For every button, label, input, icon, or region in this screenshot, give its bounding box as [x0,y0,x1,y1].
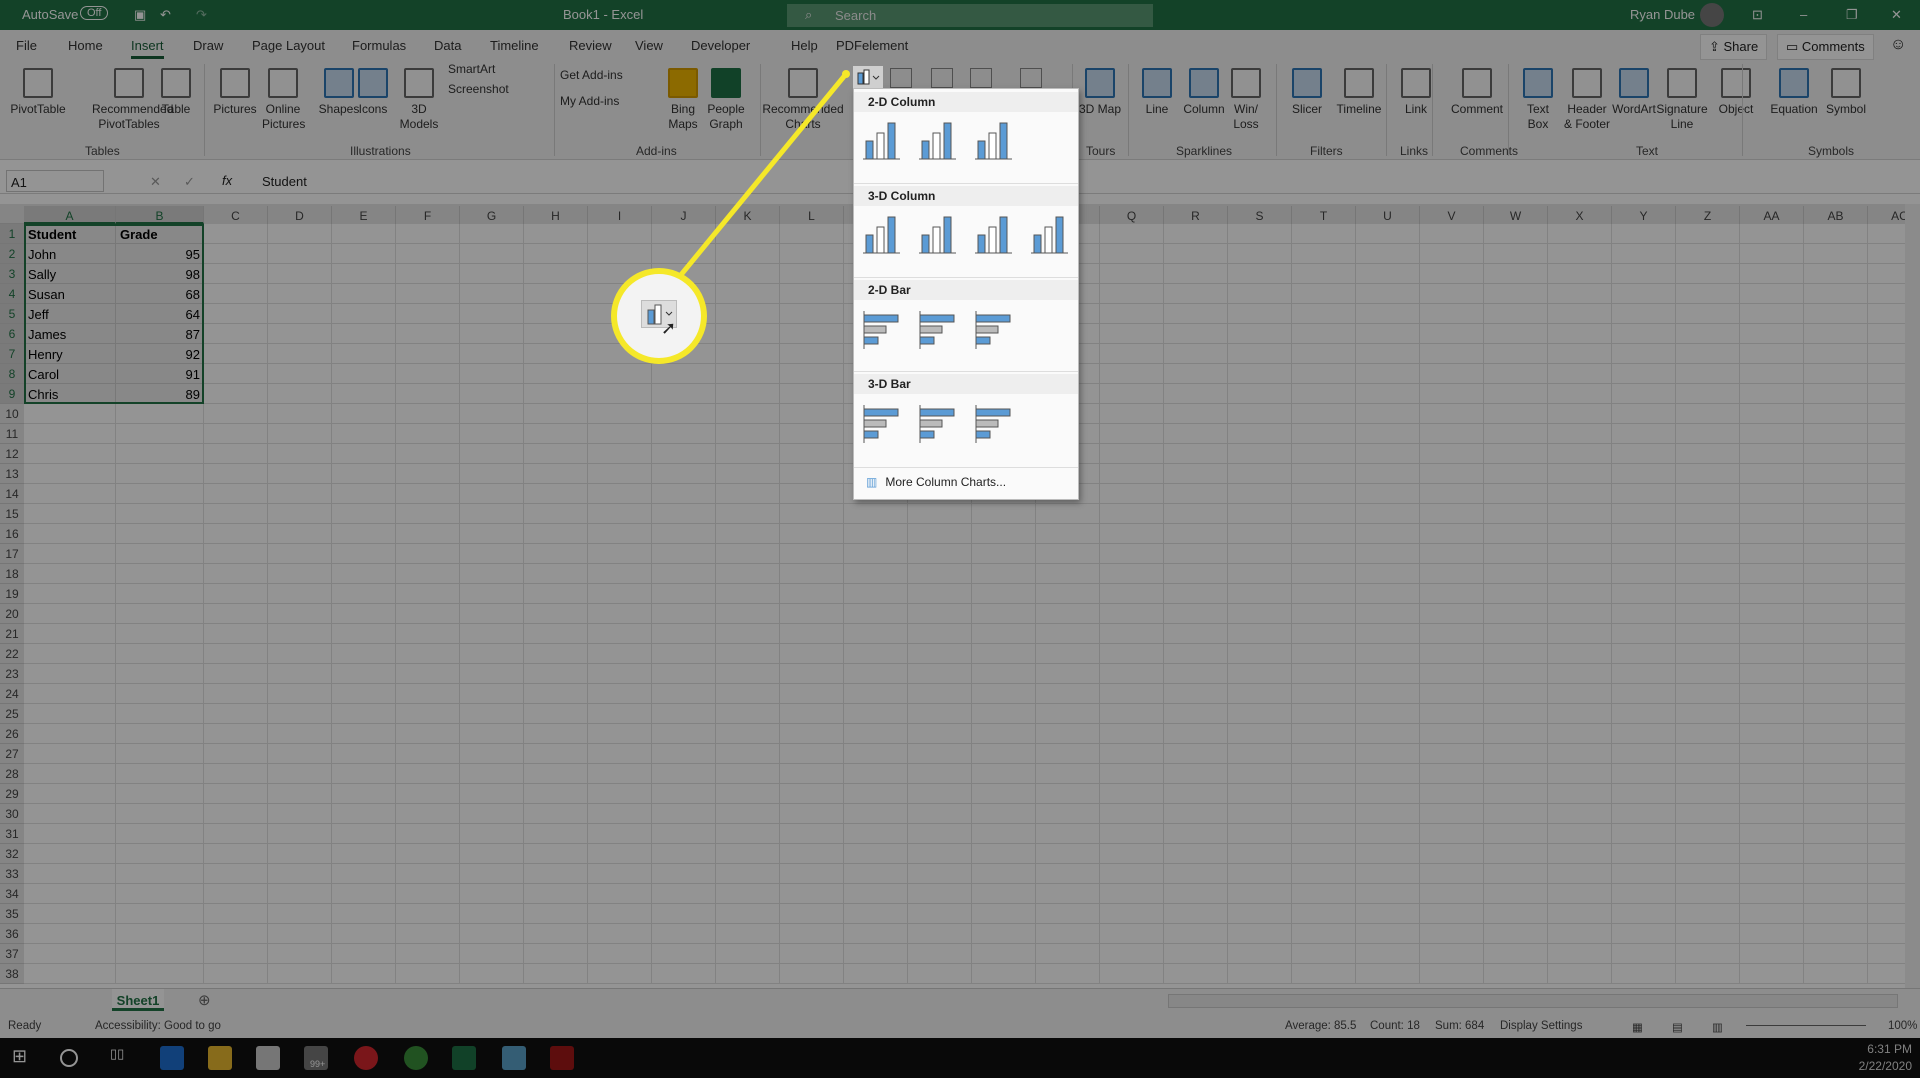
cursor-icon: ➚ [661,318,677,338]
chart-option-3-d-column-1[interactable] [860,213,902,257]
section-divider [854,371,1078,372]
chart-option-2-d-bar-2[interactable] [916,307,958,351]
section-2-d-column: 2-D Column [868,95,936,109]
section-3-d-bar: 3-D Bar [868,377,911,391]
chart-option-2-d-bar-3[interactable] [972,307,1014,351]
chart-option-3-d-column-4[interactable] [1028,213,1070,257]
section-divider [854,277,1078,278]
section-divider [854,183,1078,184]
chart-option-2-d-column-2[interactable] [916,119,958,163]
chart-option-2-d-column-3[interactable] [972,119,1014,163]
section-2-d-bar: 2-D Bar [868,283,911,297]
insert-column-chart-button[interactable] [853,66,883,88]
chart-option-3-d-bar-3[interactable] [972,401,1014,445]
column-chart-dropdown: 2-D Column 3-D Column 2-D Bar 3-D Bar ▥ More … [853,88,1079,500]
more-column-charts[interactable]: ▥ More Column Charts... [866,475,1006,489]
more-column-charts-label: More Column Charts... [885,475,1007,489]
chart-option-3-d-bar-1[interactable] [860,401,902,445]
chart-option-2-d-bar-1[interactable] [860,307,902,351]
chart-option-3-d-column-3[interactable] [972,213,1014,257]
chart-option-3-d-column-2[interactable] [916,213,958,257]
section-3-d-column: 3-D Column [868,189,936,203]
section-divider [854,467,1078,468]
chart-option-2-d-column-1[interactable] [860,119,902,163]
chart-option-3-d-bar-2[interactable] [916,401,958,445]
column-chart-small-icon: ▥ [866,475,878,489]
spotlight-callout: ➚ [611,268,707,364]
